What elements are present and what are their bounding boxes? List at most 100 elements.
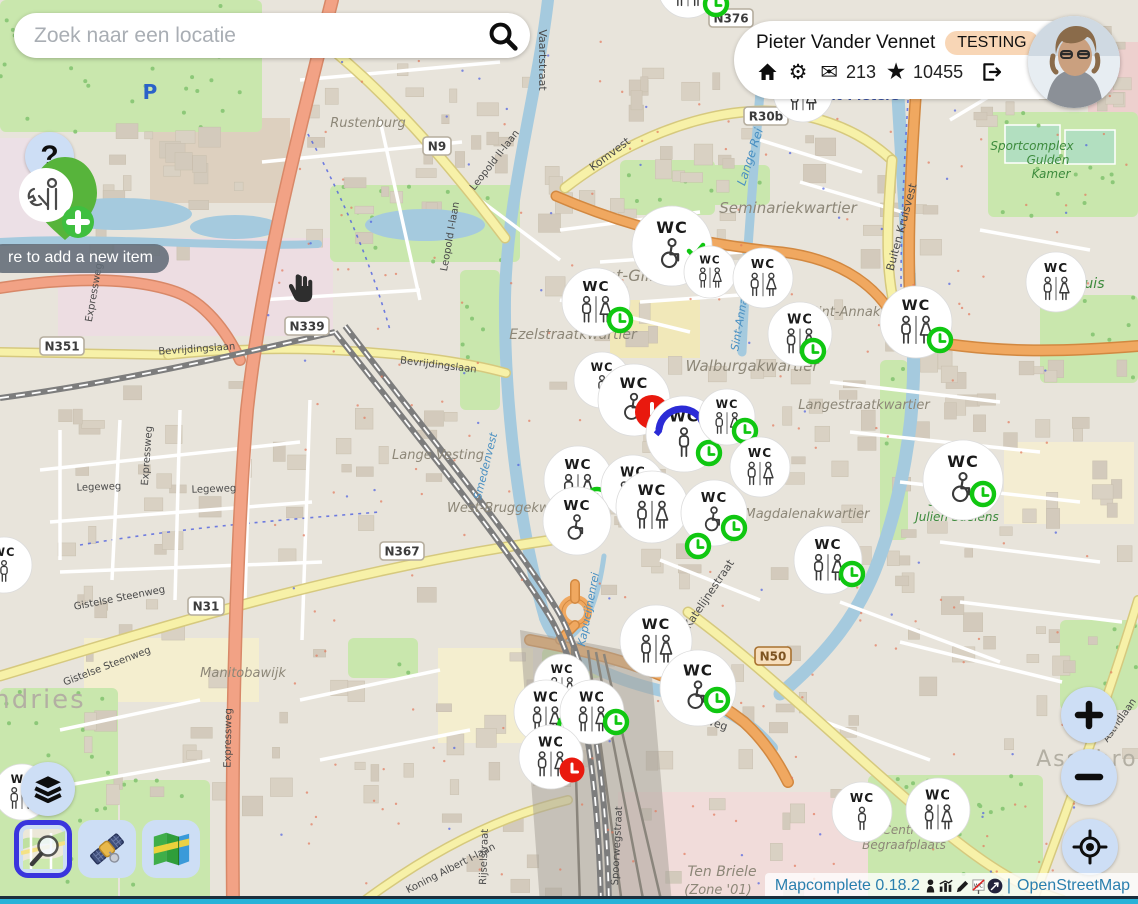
crosshair-icon — [1072, 829, 1108, 865]
svg-text:N50: N50 — [760, 650, 787, 664]
user-avatar[interactable] — [1028, 16, 1120, 108]
map-label: Langestraatkwartier — [798, 398, 931, 413]
bottom-teal-bar — [0, 899, 1138, 904]
stats-icon[interactable] — [938, 879, 954, 894]
basemap-osm-carto-button[interactable] — [14, 820, 72, 878]
search-input[interactable] — [32, 23, 486, 49]
satellite-icon — [86, 828, 128, 870]
pen-icon[interactable] — [955, 879, 970, 894]
map-label: Kamer — [1032, 167, 1072, 181]
user-name: Pieter Vander Vennet — [756, 32, 935, 54]
map[interactable]: RustenburgSint-GilliskwartierSeminariekw… — [0, 0, 1138, 904]
attribution-version[interactable]: Mapcomplete 0.18.2 — [775, 877, 920, 895]
community-icon[interactable] — [987, 878, 1003, 894]
svg-text:WC: WC — [787, 312, 813, 327]
svg-text:WC: WC — [925, 788, 951, 803]
toilet-marker-dual[interactable]: WC — [1026, 252, 1086, 312]
basemap-switcher — [14, 820, 200, 878]
svg-text:WC: WC — [538, 735, 564, 750]
svg-text:WC: WC — [814, 537, 841, 553]
messages-envelope-icon[interactable]: ✉ — [818, 61, 840, 83]
road-shield: N31 — [188, 597, 224, 615]
map-label: Legeweg — [76, 481, 121, 494]
svg-text:WC: WC — [563, 498, 590, 514]
svg-text:WC: WC — [1044, 261, 1068, 275]
toilet-marker-dual[interactable]: WC — [730, 437, 790, 497]
basemap-map-button[interactable] — [142, 820, 200, 878]
layers-icon — [30, 772, 66, 806]
toilet-marker-single[interactable]: WC — [832, 782, 892, 842]
toilet-marker-wheelchair[interactable]: WC — [660, 650, 736, 726]
map-label: Manitobawijk — [200, 666, 286, 681]
star-icon[interactable]: ★ — [885, 61, 907, 83]
zoom-in-button[interactable] — [1061, 687, 1117, 743]
opening-hours-badge[interactable] — [687, 535, 709, 557]
map-label: Expressweg — [222, 708, 234, 768]
toilet-marker-dual[interactable]: WC — [906, 778, 970, 842]
svg-text:WC: WC — [638, 483, 667, 499]
svg-text:N367: N367 — [384, 545, 419, 559]
attribution-separator: | — [1007, 877, 1011, 895]
logout-icon[interactable] — [980, 61, 1002, 83]
svg-text:N9: N9 — [428, 140, 446, 154]
map-label: P — [143, 80, 158, 104]
add-new-item-pin[interactable] — [14, 155, 114, 255]
theme-logo-icon[interactable]: WC — [971, 878, 986, 894]
map-label: Legeweg — [191, 483, 236, 496]
road-shield: N50 — [755, 647, 791, 665]
svg-text:WC: WC — [579, 690, 605, 705]
svg-text:WC: WC — [656, 218, 688, 237]
svg-text:N351: N351 — [44, 340, 79, 354]
toilet-marker-wheelchair[interactable]: WC — [923, 440, 1003, 520]
svg-text:WC: WC — [0, 546, 15, 559]
road-shield: N367 — [380, 542, 424, 560]
attribution-osm-link[interactable]: OpenStreetMap — [1017, 877, 1130, 895]
toilet-marker-dual[interactable]: WC — [684, 246, 736, 298]
map-canvas[interactable]: RustenburgSint-GilliskwartierSeminariekw… — [0, 0, 1138, 904]
map-label: Vaartstraat — [536, 29, 549, 91]
map-label: Rustenburg — [330, 116, 405, 131]
svg-text:WC: WC — [533, 690, 559, 705]
home-icon[interactable] — [756, 61, 778, 83]
map-label: Rijselstraat — [478, 829, 491, 885]
settings-gear-icon[interactable]: ⚙ — [787, 61, 809, 83]
svg-text:WC: WC — [564, 457, 591, 473]
svg-text:WC: WC — [947, 452, 979, 471]
svg-text:WC: WC — [748, 446, 772, 460]
svg-text:N339: N339 — [289, 320, 324, 334]
messages-count: 213 — [846, 62, 876, 83]
toilet-marker-wheelchair[interactable]: WC — [543, 487, 611, 555]
map-label: Sportcomplex — [990, 139, 1074, 153]
svg-text:WC: WC — [716, 398, 739, 411]
svg-text:WC: WC — [551, 663, 574, 676]
map-label: Lange Vesting — [392, 448, 484, 463]
toilet-marker-dual[interactable]: WC — [699, 389, 756, 445]
svg-text:R30b: R30b — [749, 110, 784, 124]
toilet-marker-dual[interactable]: WC — [794, 526, 863, 594]
toilet-marker-dual[interactable]: WC — [880, 286, 952, 358]
svg-text:WC: WC — [850, 791, 874, 805]
toilet-marker-dual[interactable]: WC — [562, 268, 631, 336]
layers-button[interactable] — [21, 762, 75, 816]
search-icon[interactable] — [486, 19, 520, 53]
map-label: Gulden — [1027, 153, 1070, 167]
toilet-marker-dual[interactable]: WC — [616, 471, 688, 543]
testing-badge: TESTING — [945, 31, 1038, 55]
svg-text:WC: WC — [902, 298, 931, 314]
drag-hand-cursor — [281, 269, 313, 303]
basemap-satellite-button[interactable] — [78, 820, 136, 878]
toilet-marker-dual[interactable]: WC — [733, 248, 793, 308]
svg-text:WC: WC — [591, 361, 614, 374]
search-bar[interactable] — [14, 13, 530, 58]
svg-text:WC: WC — [642, 617, 671, 633]
toilet-marker-dual[interactable]: WC — [768, 302, 832, 366]
map-label: Sint-Andries — [0, 685, 86, 715]
map-label: Magdalenakwartier — [745, 507, 872, 522]
statue-icon[interactable] — [924, 878, 937, 894]
svg-text:N31: N31 — [193, 600, 220, 614]
geolocate-button[interactable] — [1062, 819, 1118, 875]
road-shield: N9 — [423, 137, 451, 155]
zoom-out-button[interactable] — [1061, 749, 1117, 805]
osm-carto-map-icon — [21, 827, 65, 871]
svg-text:WC: WC — [701, 491, 727, 506]
